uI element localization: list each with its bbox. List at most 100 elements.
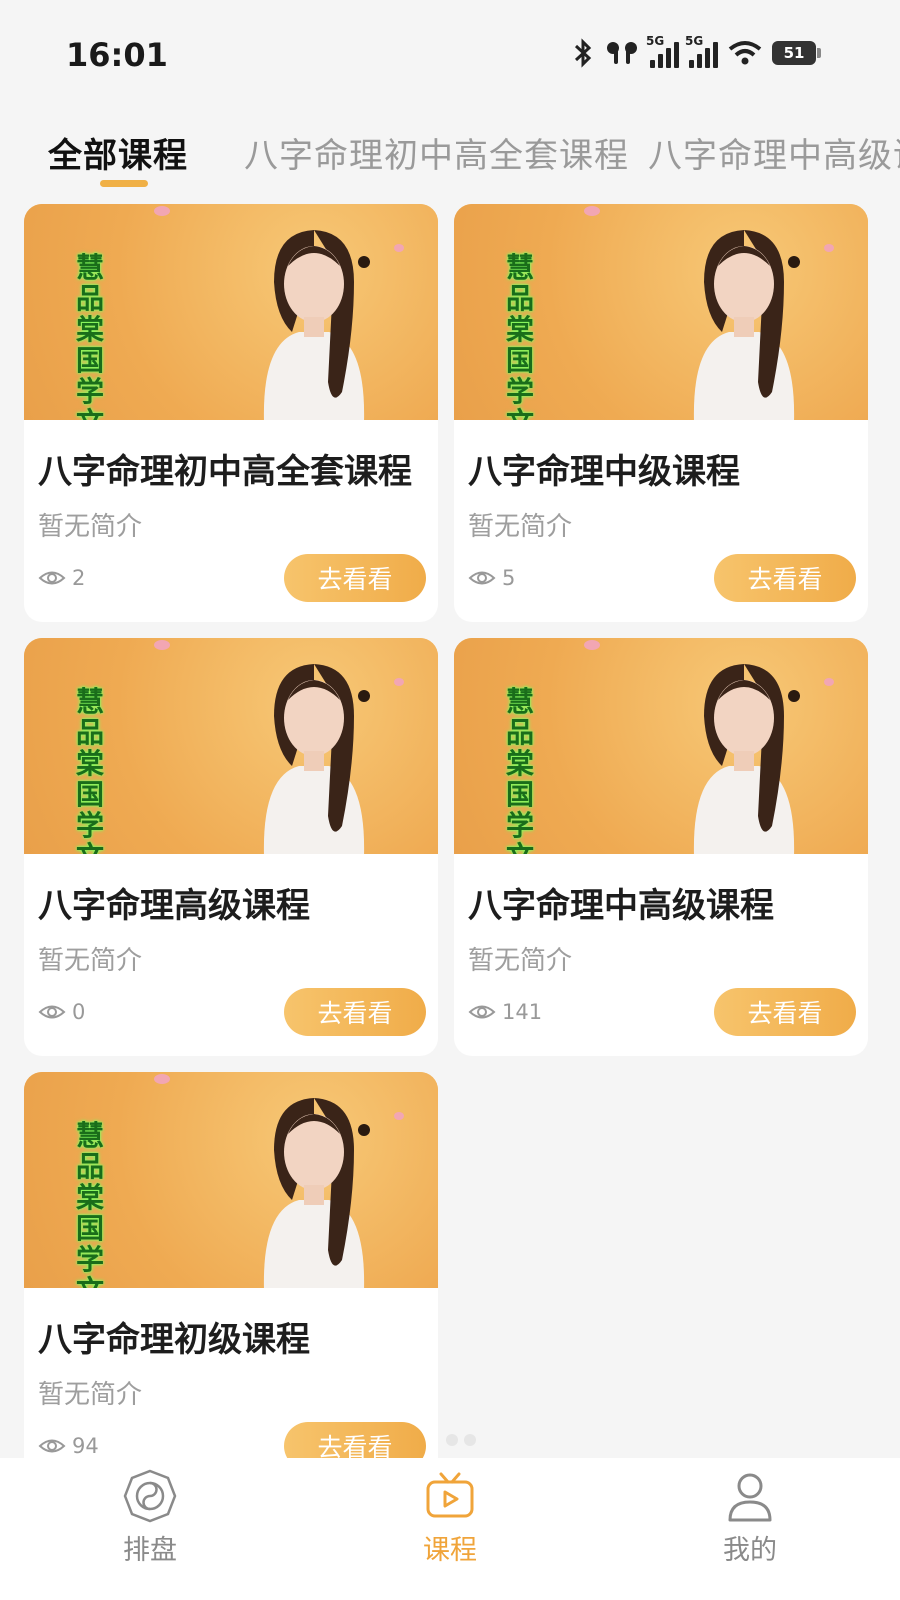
thumbnail-calligraphy: 慧品棠国学文化	[498, 252, 542, 420]
course-card[interactable]: 慧品棠国学文化 八字命理初中高全套课程 暂无简介 2 去看看	[24, 204, 438, 622]
nav-label-paipan: 排盘	[123, 1535, 177, 1566]
view-count: 94	[38, 1434, 99, 1458]
status-time: 16:01	[66, 36, 168, 74]
course-title: 八字命理初中高全套课程	[38, 452, 412, 492]
tab-full-set-course[interactable]: 八字命理初中高全套课程	[244, 128, 629, 177]
calligraphy-char: 文	[76, 1275, 104, 1288]
calligraphy-char: 品	[75, 282, 104, 315]
course-thumbnail: 慧品棠国学文化	[454, 638, 868, 854]
tab-mid-advanced-course[interactable]: 八字命理中高级课程	[648, 128, 900, 177]
view-count-value: 0	[72, 1000, 86, 1024]
nav-item-courses[interactable]: 课程	[300, 1458, 600, 1600]
thumbnail-calligraphy: 慧品棠国学文化	[498, 686, 542, 854]
signal-label-1: 5G	[646, 34, 665, 48]
view-count-value: 94	[72, 1434, 99, 1458]
calligraphy-char: 学	[75, 375, 104, 408]
wifi-icon	[728, 41, 762, 65]
course-description: 暂无简介	[38, 946, 143, 976]
earbuds-icon	[607, 42, 637, 64]
course-card[interactable]: 慧品棠国学文化 八字命理初级课程 暂无简介 94 去看看	[24, 1072, 438, 1490]
tv-play-icon	[426, 1472, 474, 1518]
calligraphy-char: 文	[506, 841, 534, 854]
calligraphy-char: 国	[505, 778, 534, 811]
course-title: 八字命理中高级课程	[468, 886, 774, 926]
go-watch-button[interactable]: 去看看	[284, 554, 426, 602]
course-thumbnail: 慧品棠国学文化	[24, 1072, 438, 1288]
calligraphy-char: 棠	[75, 747, 104, 780]
cellular-signal-2-icon: 5G	[685, 34, 718, 68]
course-title: 八字命理初级课程	[38, 1320, 310, 1360]
calligraphy-char: 品	[75, 716, 104, 749]
nav-item-paipan[interactable]: 排盘	[0, 1458, 300, 1600]
course-thumbnail: 慧品棠国学文化	[24, 204, 438, 420]
calligraphy-char: 棠	[505, 747, 534, 780]
course-title: 八字命理中级课程	[468, 452, 740, 492]
calligraphy-char: 学	[75, 1243, 104, 1276]
presenter-image	[263, 1098, 370, 1288]
go-watch-button[interactable]: 去看看	[714, 554, 856, 602]
view-count: 0	[38, 1000, 85, 1024]
thumbnail-calligraphy: 慧品棠国学文化	[68, 1120, 112, 1288]
eye-icon	[468, 571, 496, 585]
calligraphy-char: 慧	[75, 685, 104, 718]
view-count-value: 5	[502, 566, 516, 590]
go-watch-button[interactable]: 去看看	[714, 988, 856, 1036]
course-description: 暂无简介	[38, 1380, 143, 1410]
calligraphy-char: 棠	[75, 313, 104, 346]
active-tab-indicator	[100, 180, 148, 187]
nav-item-mine[interactable]: 我的	[600, 1458, 900, 1600]
eye-icon	[38, 571, 66, 585]
tab-all-courses[interactable]: 全部课程	[48, 128, 188, 177]
course-description: 暂无简介	[468, 946, 573, 976]
course-thumbnail: 慧品棠国学文化	[24, 638, 438, 854]
course-card[interactable]: 慧品棠国学文化 八字命理高级课程 暂无简介 0 去看看	[24, 638, 438, 1056]
signal-label-2: 5G	[685, 34, 704, 48]
course-thumbnail: 慧品棠国学文化	[454, 204, 868, 420]
calligraphy-char: 文	[506, 407, 534, 420]
status-bar: 16:01 5G 5G 51	[0, 0, 900, 110]
view-count: 5	[468, 566, 515, 590]
calligraphy-char: 棠	[505, 313, 534, 346]
presenter-image	[263, 230, 370, 420]
calligraphy-char: 慧	[75, 1119, 104, 1152]
cellular-signal-1-icon: 5G	[646, 34, 679, 68]
calligraphy-char: 学	[75, 809, 104, 842]
presenter-image	[693, 664, 800, 854]
course-card[interactable]: 慧品棠国学文化 八字命理中级课程 暂无简介 5 去看看	[454, 204, 868, 622]
calligraphy-char: 文	[76, 841, 104, 854]
calligraphy-char: 慧	[505, 685, 534, 718]
course-description: 暂无简介	[38, 512, 143, 542]
eye-icon	[468, 1005, 496, 1019]
bottom-nav: 排盘 课程 我的	[0, 1458, 900, 1600]
calligraphy-char: 慧	[75, 251, 104, 284]
nav-label-courses: 课程	[423, 1535, 477, 1566]
course-card[interactable]: 慧品棠国学文化 八字命理中高级课程 暂无简介 141 去看看	[454, 638, 868, 1056]
view-count-value: 141	[502, 1000, 543, 1024]
presenter-image	[693, 230, 800, 420]
presenter-image	[263, 664, 370, 854]
calligraphy-char: 品	[75, 1150, 104, 1183]
course-title: 八字命理高级课程	[38, 886, 310, 926]
calligraphy-char: 品	[505, 716, 534, 749]
view-count-value: 2	[72, 566, 86, 590]
calligraphy-char: 国	[505, 344, 534, 377]
calligraphy-char: 学	[505, 375, 534, 408]
battery-icon: 51	[772, 41, 821, 65]
calligraphy-char: 文	[76, 407, 104, 420]
calligraphy-char: 国	[75, 344, 104, 377]
calligraphy-char: 慧	[505, 251, 534, 284]
go-watch-button[interactable]: 去看看	[284, 988, 426, 1036]
course-description: 暂无简介	[468, 512, 573, 542]
calligraphy-char: 国	[75, 778, 104, 811]
bagua-icon	[123, 1469, 177, 1523]
calligraphy-char: 学	[505, 809, 534, 842]
calligraphy-char: 国	[75, 1212, 104, 1245]
user-icon	[728, 1473, 772, 1522]
view-count: 2	[38, 566, 85, 590]
calligraphy-char: 品	[505, 282, 534, 315]
view-count: 141	[468, 1000, 542, 1024]
status-icons: 5G 5G 51	[572, 34, 821, 68]
bluetooth-icon	[574, 38, 592, 68]
nav-label-mine: 我的	[723, 1535, 777, 1566]
eye-icon	[38, 1439, 66, 1453]
